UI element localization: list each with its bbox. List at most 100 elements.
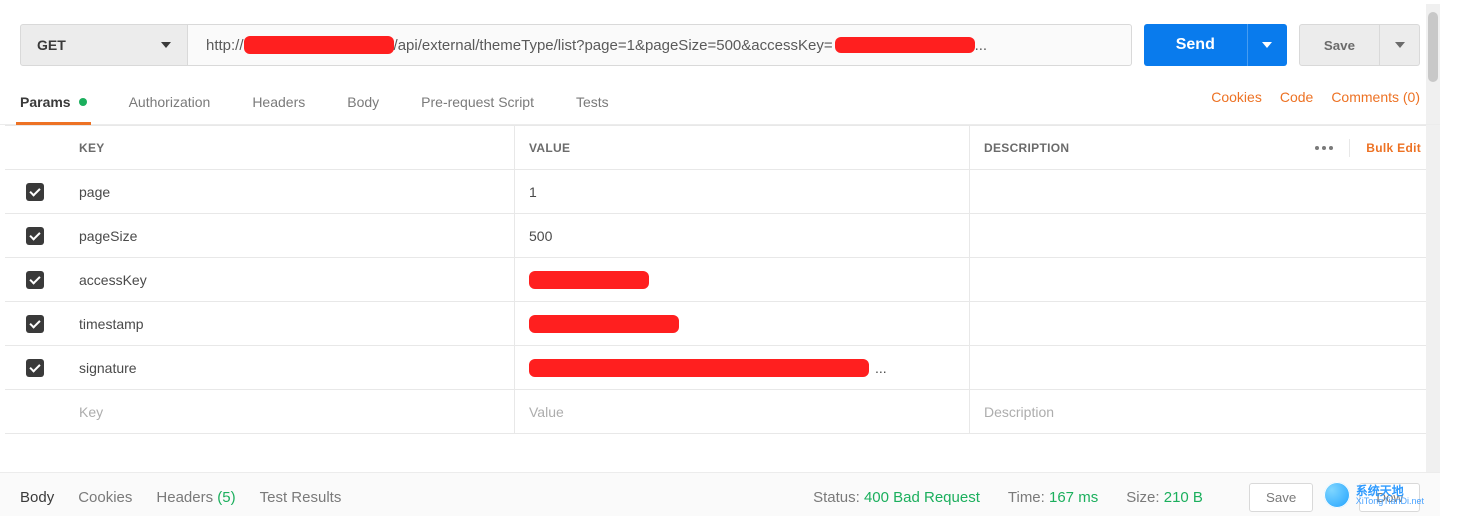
checkbox-cell[interactable] (5, 170, 65, 213)
cookies-link[interactable]: Cookies (1211, 89, 1262, 105)
tab-tests[interactable]: Tests (576, 84, 609, 124)
check-icon (29, 185, 40, 196)
param-key[interactable]: signature (65, 346, 515, 389)
status-value: 400 Bad Request (864, 489, 980, 506)
url-prefix: http:// (206, 37, 244, 54)
redacted-value (529, 271, 649, 289)
params-active-dot-icon (79, 98, 87, 106)
check-icon (29, 229, 40, 240)
response-bar: Body Cookies Headers (5) Test Results St… (0, 472, 1440, 516)
key-placeholder[interactable]: Key (65, 390, 515, 433)
save-dropdown-button[interactable] (1380, 24, 1420, 66)
response-tab-cookies[interactable]: Cookies (78, 489, 132, 506)
bulk-edit-link[interactable]: Bulk Edit (1366, 141, 1421, 155)
checkbox[interactable] (26, 183, 44, 201)
description-placeholder[interactable]: Description (970, 390, 1435, 433)
tab-pre-request-script[interactable]: Pre-request Script (421, 84, 534, 124)
checkbox[interactable] (26, 271, 44, 289)
response-tab-body[interactable]: Body (20, 489, 54, 506)
param-key[interactable]: accessKey (65, 258, 515, 301)
checkbox-cell[interactable] (5, 214, 65, 257)
send-dropdown-button[interactable] (1247, 24, 1287, 66)
param-description[interactable] (970, 302, 1435, 345)
checkbox-cell[interactable] (5, 346, 65, 389)
checkbox[interactable] (26, 227, 44, 245)
code-link[interactable]: Code (1280, 89, 1313, 105)
param-value[interactable] (515, 302, 970, 345)
time-value: 167 ms (1049, 489, 1098, 506)
tab-authorization[interactable]: Authorization (129, 84, 211, 124)
request-tabs: Params Authorization Headers Body Pre-re… (0, 84, 1440, 125)
params-header-row: KEY VALUE DESCRIPTION Bulk Edit (5, 126, 1435, 170)
checkbox[interactable] (26, 315, 44, 333)
param-value[interactable] (515, 258, 970, 301)
param-row: timestamp (5, 302, 1435, 346)
param-row: pageSize500 (5, 214, 1435, 258)
save-button[interactable]: Save (1299, 24, 1380, 66)
request-url-row: GET http:// /api/external/themeType/list… (0, 0, 1440, 84)
http-method-label: GET (37, 37, 66, 53)
param-description[interactable] (970, 170, 1435, 213)
send-button[interactable]: Send (1144, 24, 1247, 66)
status-group: Status: 400 Bad Request (813, 489, 980, 506)
send-group: Send (1144, 24, 1287, 66)
tab-headers[interactable]: Headers (252, 84, 305, 124)
tab-right-links: Cookies Code Comments (0) (1211, 89, 1420, 119)
checkbox-cell[interactable] (5, 258, 65, 301)
http-method-select[interactable]: GET (20, 24, 188, 66)
param-row: accessKey (5, 258, 1435, 302)
response-tabs: Body Cookies Headers (5) Test Results (20, 489, 341, 506)
checkbox-cell[interactable] (5, 302, 65, 345)
param-value[interactable]: ... (515, 346, 970, 389)
divider (1349, 139, 1350, 157)
caret-down-icon (161, 42, 171, 48)
param-value[interactable]: 1 (515, 170, 970, 213)
save-group: Save (1299, 24, 1420, 66)
params-table: KEY VALUE DESCRIPTION Bulk Edit page1pag… (5, 125, 1435, 434)
param-description[interactable] (970, 258, 1435, 301)
value-placeholder[interactable]: Value (515, 390, 970, 433)
size-group: Size: 210 B (1126, 489, 1203, 506)
param-key[interactable]: page (65, 170, 515, 213)
scrollbar-track[interactable] (1426, 4, 1440, 512)
more-icon[interactable] (1315, 146, 1333, 150)
check-icon (29, 361, 40, 372)
tab-params[interactable]: Params (20, 84, 87, 124)
param-value[interactable]: 500 (515, 214, 970, 257)
url-input[interactable]: http:// /api/external/themeType/list?pag… (188, 24, 1132, 66)
param-key[interactable]: timestamp (65, 302, 515, 345)
header-description-cell: DESCRIPTION Bulk Edit (970, 126, 1435, 169)
save-response-button[interactable]: Save (1249, 483, 1313, 512)
comments-link[interactable]: Comments (0) (1331, 89, 1420, 105)
param-row: signature... (5, 346, 1435, 390)
header-value: VALUE (515, 126, 970, 169)
param-key[interactable]: pageSize (65, 214, 515, 257)
header-checkbox-cell (5, 126, 65, 169)
url-ellipsis: ... (975, 37, 988, 54)
size-value: 210 B (1164, 489, 1203, 506)
redacted-value (529, 315, 679, 333)
redacted-host (244, 36, 394, 54)
new-param-row[interactable]: Key Value Description (5, 390, 1435, 434)
tab-label: Params (20, 94, 71, 110)
redacted-query (835, 37, 975, 53)
header-key: KEY (65, 126, 515, 169)
caret-down-icon (1262, 42, 1272, 48)
caret-down-icon (1395, 42, 1405, 48)
scrollbar-thumb[interactable] (1428, 12, 1438, 82)
response-tab-headers[interactable]: Headers (5) (156, 489, 235, 506)
param-description[interactable] (970, 214, 1435, 257)
url-suffix: /api/external/themeType/list?page=1&page… (394, 37, 833, 54)
checkbox[interactable] (26, 359, 44, 377)
tab-body[interactable]: Body (347, 84, 379, 124)
response-tab-test-results[interactable]: Test Results (260, 489, 342, 506)
check-icon (29, 273, 40, 284)
time-group: Time: 167 ms (1008, 489, 1098, 506)
check-icon (29, 317, 40, 328)
redacted-value (529, 359, 869, 377)
param-description[interactable] (970, 346, 1435, 389)
checkbox-cell (5, 390, 65, 433)
download-button[interactable]: Dow (1359, 483, 1420, 512)
param-row: page1 (5, 170, 1435, 214)
header-description: DESCRIPTION (984, 141, 1069, 155)
